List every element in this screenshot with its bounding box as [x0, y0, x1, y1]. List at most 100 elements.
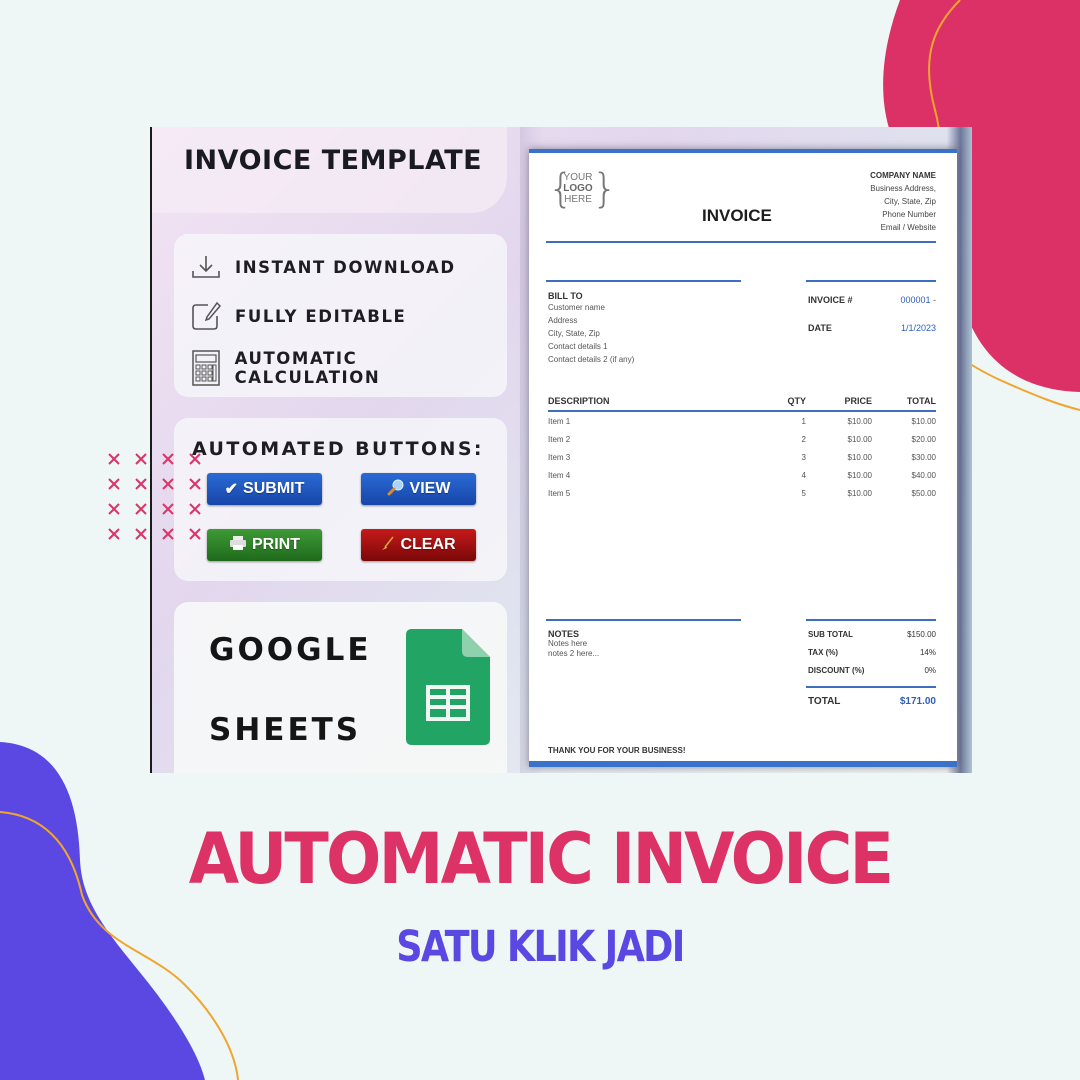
x-mark [108, 453, 120, 465]
printer-icon [229, 535, 247, 556]
notes-line: Notes here [548, 639, 588, 648]
feature-item: FULLY EDITABLE [190, 300, 406, 332]
platform-line-2: SHEETS [209, 712, 362, 748]
date-value[interactable]: 1/1/2023 [901, 323, 936, 333]
feature-label: AUTOMATIC CALCULATION [234, 349, 381, 387]
cell-desc[interactable]: Item 4 [548, 471, 766, 480]
feature-label: INSTANT DOWNLOAD [235, 257, 456, 277]
cell-price[interactable]: $10.00 [806, 435, 872, 444]
invoice-title: INVOICE [702, 206, 772, 225]
discount-value[interactable]: 0% [924, 666, 936, 675]
tax-value[interactable]: 14% [920, 648, 936, 657]
x-mark [135, 453, 147, 465]
x-mark [108, 478, 120, 490]
logo-line: YOUR [563, 172, 593, 183]
bill-to-line: Customer name [548, 303, 605, 312]
subtotal-label: SUB TOTAL [808, 630, 854, 639]
table-row: Item 5 5 $10.00 $50.00 [548, 484, 936, 502]
cell-price[interactable]: $10.00 [806, 471, 872, 480]
tax-label: TAX (%) [808, 648, 839, 657]
column-header: PRICE [844, 396, 872, 406]
invoice-number-value[interactable]: 000001 - [900, 295, 936, 305]
bill-to-line: Contact details 2 (if any) [548, 355, 635, 364]
feature-column: INVOICE TEMPLATE INSTANT DOWNLOAD FULLY … [152, 127, 507, 773]
meta-divider [806, 280, 936, 282]
submit-button[interactable]: ✔ SUBMIT [207, 473, 322, 505]
x-mark [108, 528, 120, 540]
total-divider [806, 686, 936, 688]
invoice-number-row: INVOICE # 000001 - [808, 295, 936, 305]
notes-label: NOTES [548, 629, 580, 639]
cell-desc[interactable]: Item 1 [548, 417, 766, 426]
cell-total[interactable]: $20.00 [872, 435, 936, 444]
x-mark [108, 503, 120, 515]
cell-desc[interactable]: Item 3 [548, 453, 766, 462]
google-sheets-icon [406, 629, 490, 745]
header-divider [546, 241, 936, 243]
cell-desc[interactable]: Item 5 [548, 489, 766, 498]
clear-label: CLEAR [400, 536, 456, 553]
cell-qty[interactable]: 1 [766, 417, 806, 426]
line-items-table: DESCRIPTION QTY PRICE TOTAL Item 1 1 $10.0… [548, 396, 936, 502]
table-row: Item 2 2 $10.00 $20.00 [548, 430, 936, 448]
cell-price[interactable]: $10.00 [806, 489, 872, 498]
broom-icon [381, 535, 395, 556]
table-row: Item 1 1 $10.00 $10.00 [548, 412, 936, 430]
view-button[interactable]: VIEW [361, 473, 476, 505]
clear-button[interactable]: CLEAR [361, 529, 476, 561]
cell-price[interactable]: $10.00 [806, 453, 872, 462]
cell-qty[interactable]: 5 [766, 489, 806, 498]
bill-to-line: City, State, Zip [548, 329, 600, 338]
company-line: City, State, Zip [884, 197, 936, 206]
bill-to-line: Address [548, 316, 578, 325]
company-line: Email / Website [880, 223, 936, 232]
x-mark [135, 503, 147, 515]
notes-block: NOTES Notes here notes 2 here... [548, 629, 599, 659]
cell-qty[interactable]: 2 [766, 435, 806, 444]
discount-label: DISCOUNT (%) [808, 666, 865, 675]
brace-right: } [592, 166, 618, 212]
subtotal-row: SUB TOTAL $150.00 [808, 630, 936, 639]
column-header: TOTAL [906, 396, 936, 406]
notes-divider [546, 619, 741, 621]
thank-you-note: THANK YOU FOR YOUR BUSINESS! [548, 746, 686, 755]
invoice-document: { YOUR LOGO HERE } INVOICE COMPANY NAME … [529, 149, 957, 767]
print-label: PRINT [252, 536, 300, 553]
notes-line: notes 2 here... [548, 649, 600, 658]
table-row: Item 3 3 $10.00 $30.00 [548, 448, 936, 466]
logo-placeholder: { YOUR LOGO HERE } [548, 169, 617, 212]
billto-divider [546, 280, 741, 282]
cell-desc[interactable]: Item 2 [548, 435, 766, 444]
bill-to-label: BILL TO [548, 291, 583, 301]
cell-total[interactable]: $40.00 [872, 471, 936, 480]
template-title: INVOICE TEMPLATE [184, 145, 483, 176]
company-block: COMPANY NAME Business Address, City, Sta… [870, 169, 936, 234]
logo-line: LOGO [563, 183, 593, 194]
column-header: DESCRIPTION [548, 396, 610, 406]
cell-qty[interactable]: 4 [766, 471, 806, 480]
download-icon [190, 251, 222, 283]
logo-line: HERE [564, 194, 592, 205]
invoice-number-label: INVOICE # [808, 295, 853, 305]
view-label: VIEW [409, 480, 451, 497]
table-body: Item 1 1 $10.00 $10.00 Item 2 2 $10.00 $20.00 It… [548, 412, 936, 502]
company-name: COMPANY NAME [870, 171, 936, 180]
total-row: TOTAL $171.00 [808, 696, 936, 707]
print-button[interactable]: PRINT [207, 529, 322, 561]
template-preview: INVOICE TEMPLATE INSTANT DOWNLOAD FULLY … [150, 127, 972, 773]
x-mark [135, 478, 147, 490]
platform-line-1: GOOGLE [209, 632, 372, 668]
cell-total[interactable]: $30.00 [872, 453, 936, 462]
google-sheets-panel: GOOGLE SHEETS [174, 602, 507, 773]
table-header: DESCRIPTION QTY PRICE TOTAL [548, 396, 936, 412]
discount-row: DISCOUNT (%) 0% [808, 666, 936, 675]
cell-total[interactable]: $50.00 [872, 489, 936, 498]
date-label: DATE [808, 323, 832, 333]
subtotal-value: $150.00 [907, 630, 936, 639]
cell-total[interactable]: $10.00 [872, 417, 936, 426]
total-value: $171.00 [899, 696, 936, 707]
magnifier-icon [387, 478, 405, 501]
cell-qty[interactable]: 3 [766, 453, 806, 462]
cell-price[interactable]: $10.00 [806, 417, 872, 426]
total-label: TOTAL [808, 696, 841, 707]
